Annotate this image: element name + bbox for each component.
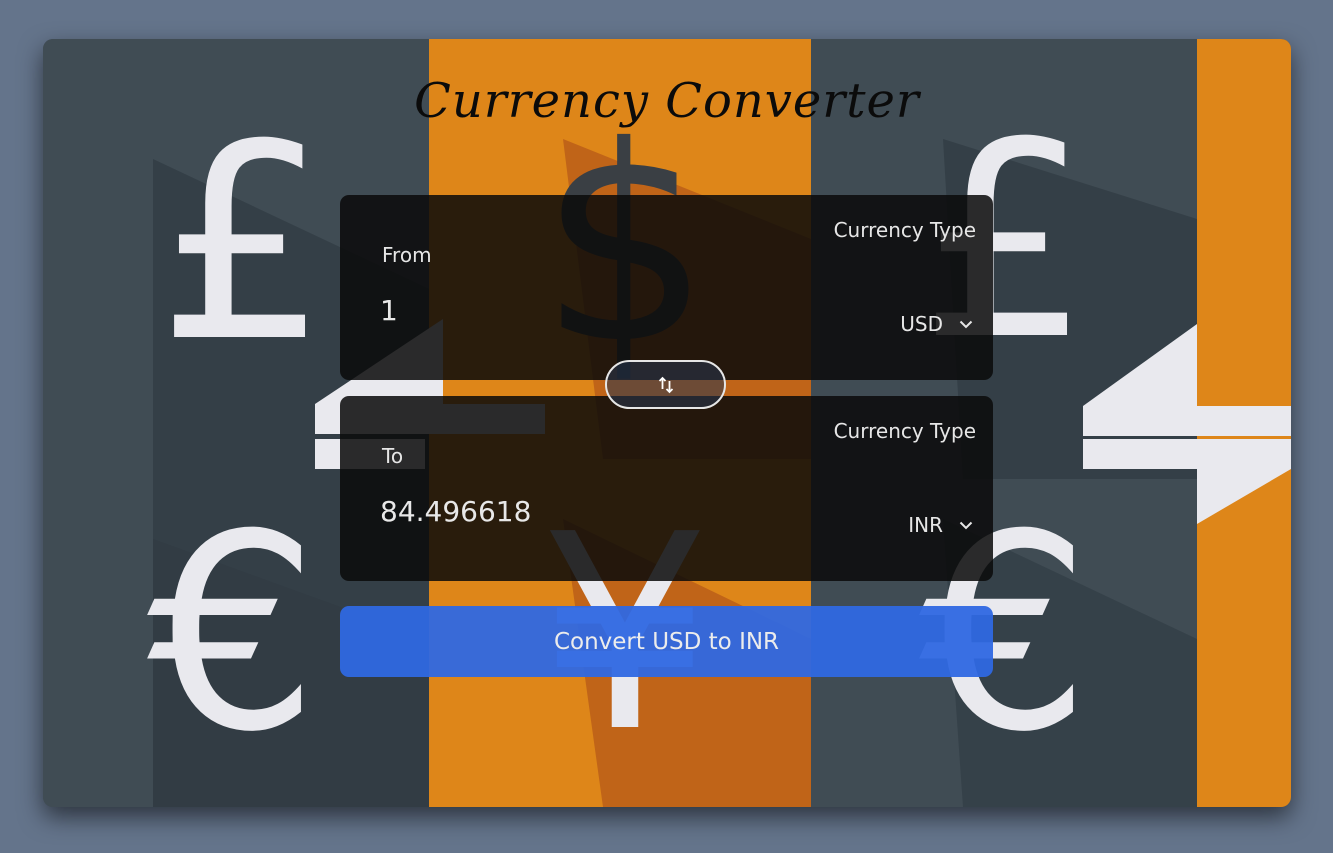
from-currency-select[interactable]: USD bbox=[900, 312, 973, 336]
to-currency-type-label: Currency Type bbox=[833, 419, 976, 443]
to-amount-input[interactable] bbox=[380, 491, 760, 531]
from-label: From bbox=[382, 243, 432, 267]
to-panel: To Currency Type INR bbox=[340, 396, 993, 581]
to-currency-value: INR bbox=[908, 513, 943, 537]
swap-button[interactable] bbox=[605, 360, 726, 409]
chevron-down-icon bbox=[959, 320, 973, 328]
from-amount-input[interactable] bbox=[380, 290, 760, 330]
from-currency-value: USD bbox=[900, 312, 943, 336]
convert-button[interactable]: Convert USD to INR bbox=[340, 606, 993, 677]
from-panel: From Currency Type USD bbox=[340, 195, 993, 380]
pound-symbol-top-left: £ bbox=[157, 86, 329, 401]
from-currency-type-label: Currency Type bbox=[833, 218, 976, 242]
euro-symbol-bottom-left: € bbox=[147, 476, 319, 791]
app-card: £ $ £ € ¥ € Currency Converter From Curr… bbox=[43, 39, 1291, 807]
swap-vertical-arrows-icon bbox=[658, 376, 673, 393]
to-label: To bbox=[382, 444, 404, 468]
chevron-down-icon bbox=[959, 521, 973, 529]
app-title: Currency Converter bbox=[414, 73, 920, 129]
to-currency-select[interactable]: INR bbox=[908, 513, 973, 537]
